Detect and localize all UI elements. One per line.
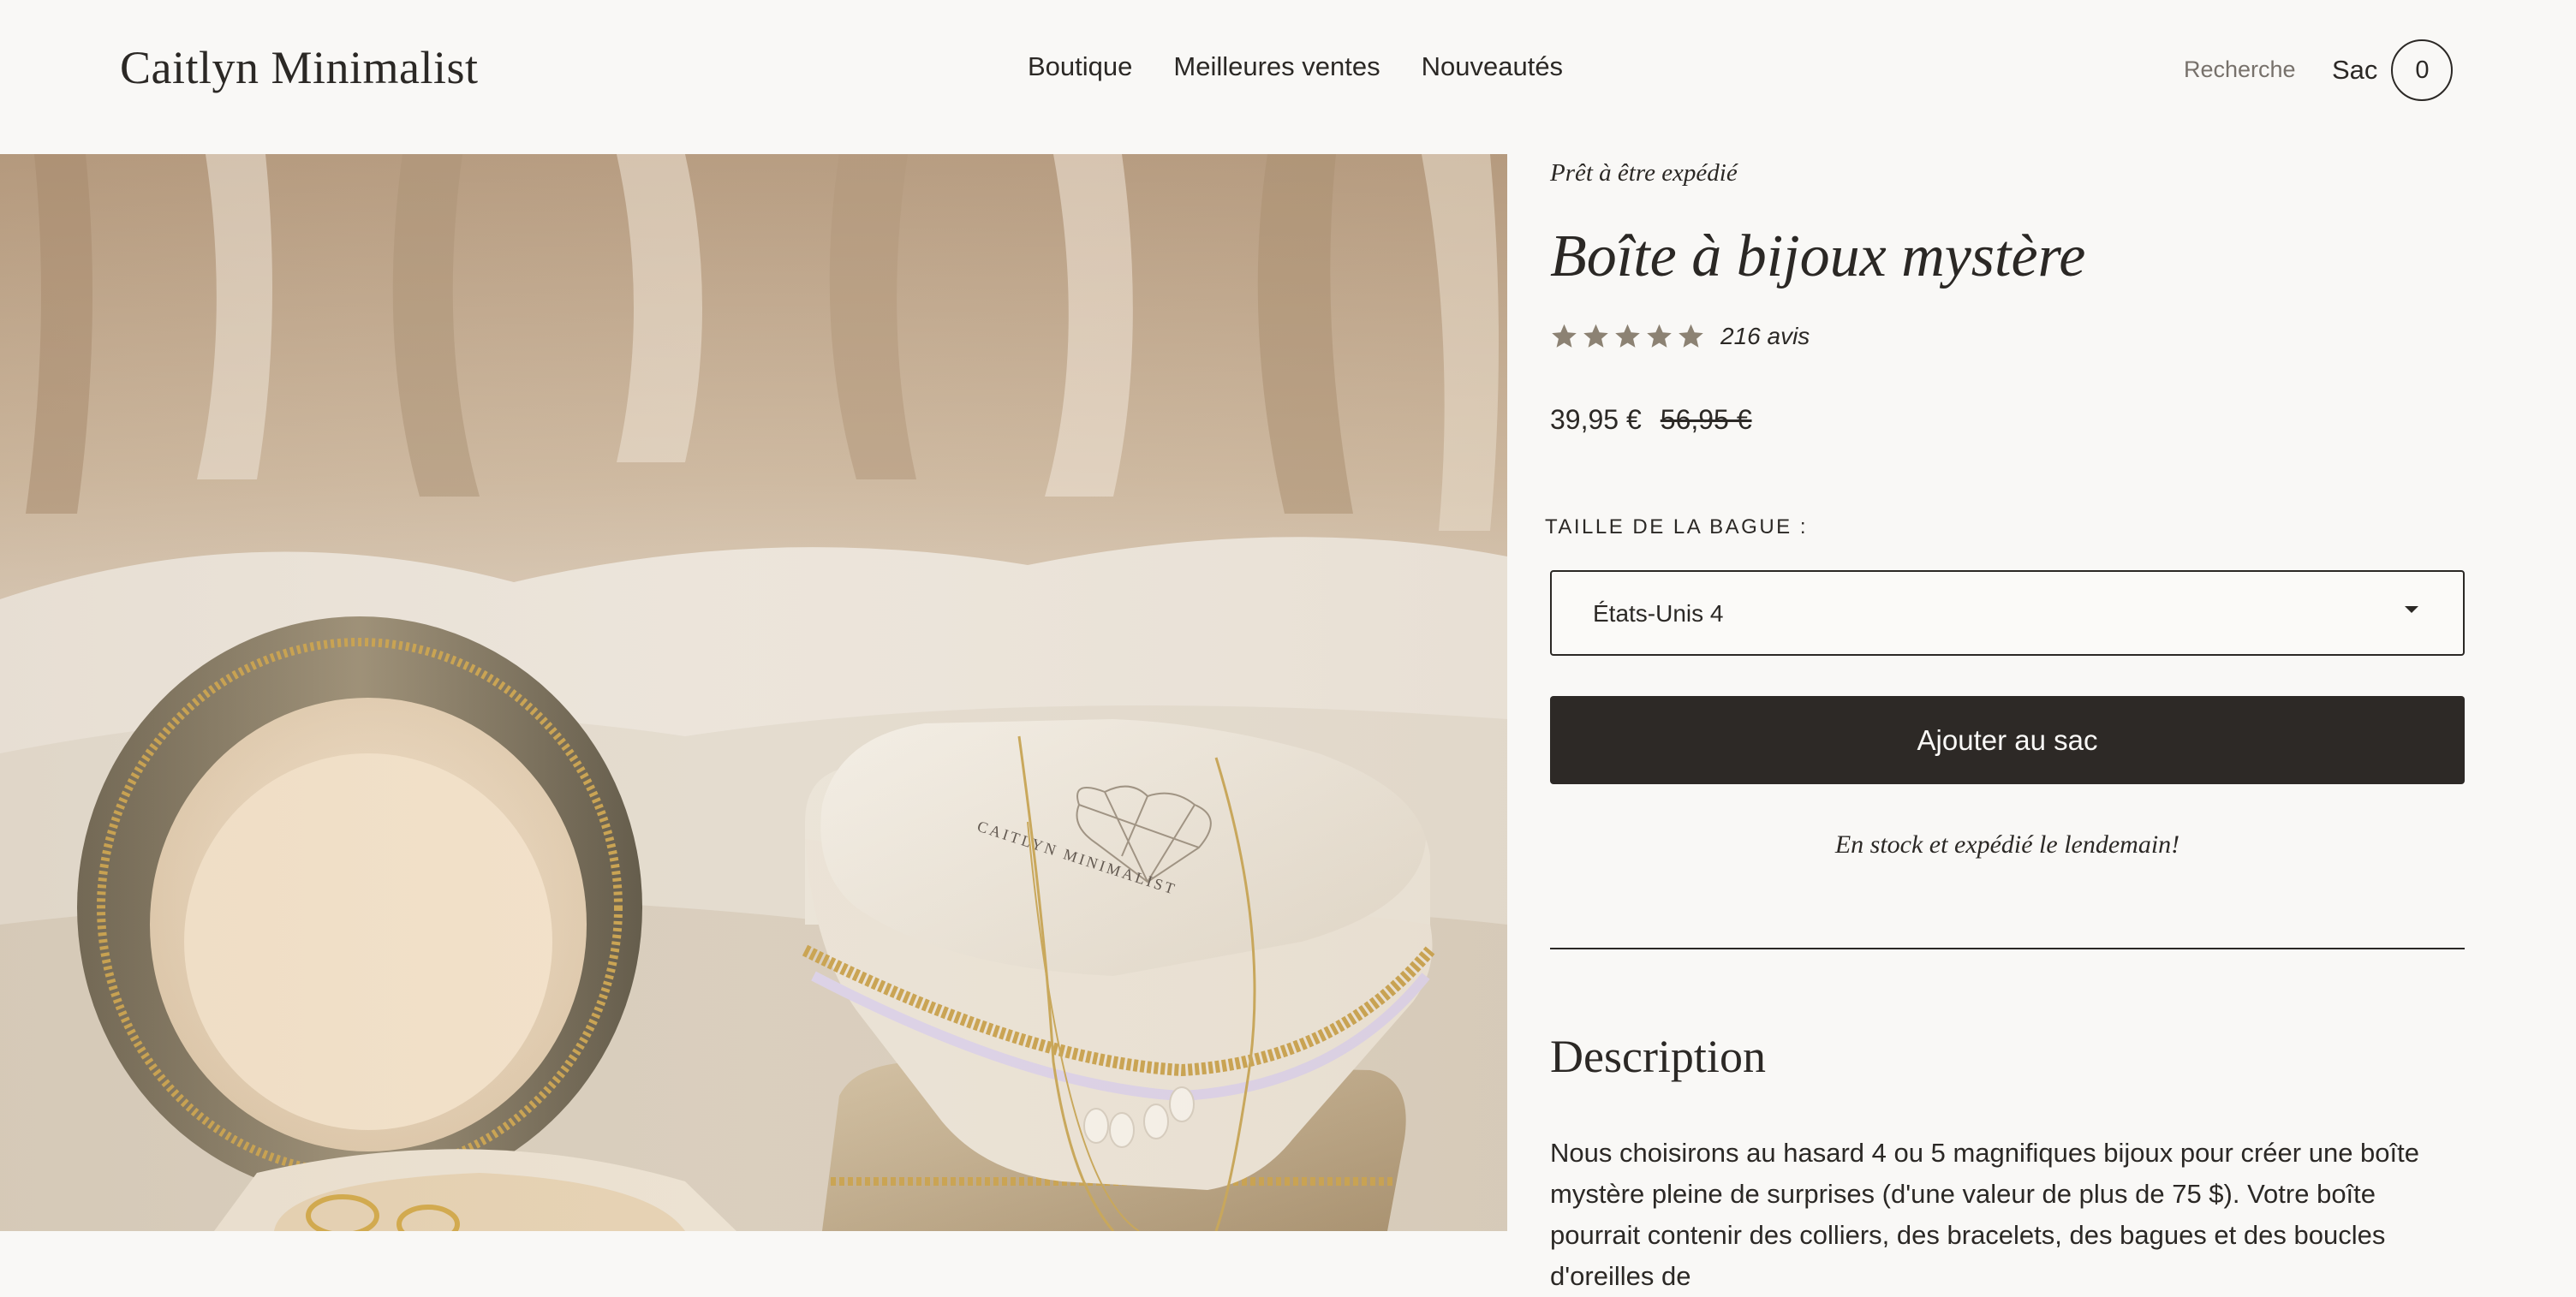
product-rating[interactable]: 216 avis	[1550, 322, 1810, 350]
ring-size-label: TAILLE DE LA BAGUE :	[1545, 515, 1808, 538]
star-icon	[1679, 324, 1703, 348]
stock-note: En stock et expédié le lendemain!	[1834, 830, 2180, 859]
nav-item-boutique[interactable]: Boutique	[1028, 51, 1132, 82]
product-image[interactable]: CAITLYN MINIMALIST	[0, 154, 1507, 1231]
divider	[1550, 948, 2465, 949]
description-heading[interactable]: Description	[1550, 1030, 1766, 1083]
price-row: 39,95 € 56,95 €	[1550, 404, 1752, 436]
bag-count-badge: 0	[2391, 39, 2454, 101]
search-link[interactable]: Recherche	[2184, 57, 2296, 83]
product-title: Boîte à bijoux mystère	[1550, 223, 2086, 289]
sale-price: 39,95 €	[1550, 404, 1642, 435]
ring-size-select[interactable]: États-Unis 4	[1550, 570, 2465, 656]
add-to-bag-button[interactable]: Ajouter au sac	[1550, 696, 2465, 784]
site-header: Caitlyn Minimalist Boutique Meilleures v…	[0, 0, 2576, 154]
bag-button[interactable]: Sac 0	[2332, 39, 2454, 101]
description-text: Nous choisirons au hasard 4 ou 5 magnifi…	[1550, 1138, 2420, 1291]
ring-size-value: États-Unis 4	[1593, 600, 1724, 627]
bag-label: Sac	[2332, 55, 2378, 85]
main-nav: Boutique Meilleures ventes Nouveautés	[1028, 51, 1563, 82]
star-icon	[1583, 324, 1608, 348]
reviews-link[interactable]: 216 avis	[1720, 323, 1810, 350]
star-icon	[1647, 324, 1672, 348]
chevron-down-icon	[2405, 606, 2418, 613]
star-icon	[1552, 324, 1577, 348]
shipping-tag: Prêt à être expédié	[1550, 159, 1738, 187]
original-price: 56,95 €	[1660, 404, 1752, 435]
nav-item-best-sellers[interactable]: Meilleures ventes	[1173, 51, 1380, 82]
site-logo[interactable]: Caitlyn Minimalist	[120, 41, 479, 94]
star-icon	[1615, 324, 1640, 348]
nav-item-new-arrivals[interactable]: Nouveautés	[1422, 51, 1563, 82]
star-rating	[1550, 322, 1705, 350]
